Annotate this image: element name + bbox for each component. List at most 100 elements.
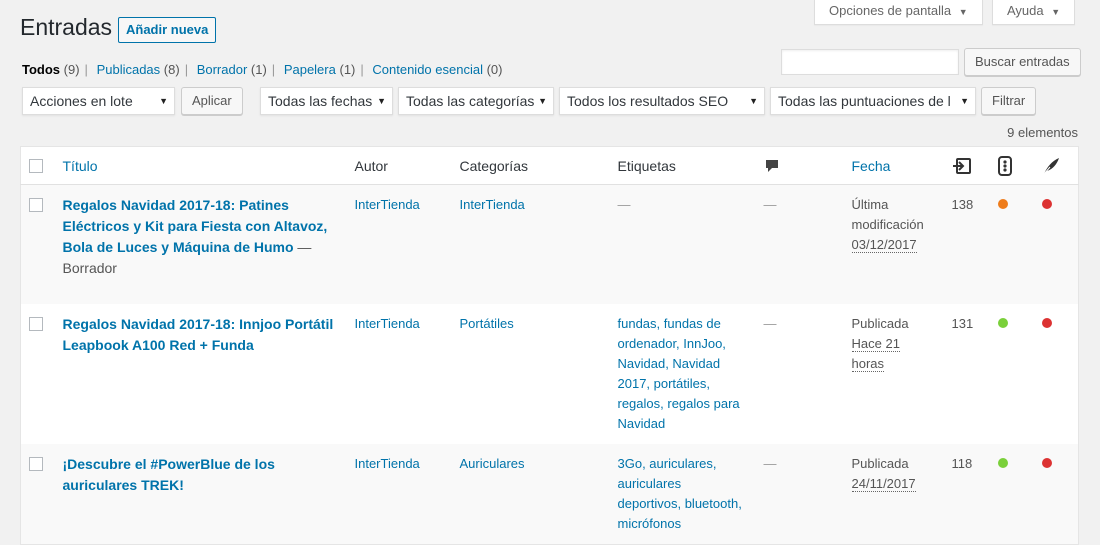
view-published[interactable]: Publicadas (8) <box>97 62 180 77</box>
chevron-down-icon: ▼ <box>159 96 168 106</box>
seo-score-cell <box>990 304 1034 444</box>
chevron-down-icon: ▼ <box>958 7 968 17</box>
comments-cell: — <box>763 197 777 212</box>
readability-quill-icon <box>1043 157 1059 174</box>
table-row: Regalos Navidad 2017-18: Patines Eléctri… <box>20 184 1079 304</box>
author-link[interactable]: InterTienda <box>355 197 420 212</box>
title-cell: Regalos Navidad 2017-18: Innjoo Portátil… <box>55 304 347 444</box>
row-checkbox[interactable] <box>29 456 43 471</box>
row-select-cell <box>21 185 55 304</box>
author-link[interactable]: InterTienda <box>355 316 420 331</box>
date-cell: Publicada Hace 21 horas <box>844 304 944 444</box>
readability-cell <box>1034 185 1079 304</box>
table-row: Regalos Navidad 2017-18: Innjoo Portátil… <box>21 304 1079 444</box>
page-title: Entradas <box>20 14 113 40</box>
date-status: Publicada <box>851 315 909 331</box>
comments-cell: — <box>763 315 777 331</box>
post-title-link[interactable]: Regalos Navidad 2017-18: Patines Eléctri… <box>63 197 328 255</box>
categories-cell: Portátiles <box>452 304 610 444</box>
seo-filter-select[interactable]: Todos los resultados SEO ▼ <box>559 87 765 115</box>
date-value: 24/11/2017 <box>851 475 916 492</box>
chevron-down-icon: ▼ <box>749 96 758 106</box>
readability-dot <box>1041 457 1052 468</box>
category-link[interactable]: Portátiles <box>460 316 514 331</box>
title-cell: ¡Descubre el #PowerBlue de los auricular… <box>55 444 347 545</box>
links-count: 118 <box>951 455 973 471</box>
author-cell: InterTienda <box>347 444 452 545</box>
post-title-link[interactable]: Regalos Navidad 2017-18: Innjoo Portátil… <box>63 316 334 353</box>
author-cell: InterTienda <box>347 185 452 304</box>
chevron-down-icon: ▼ <box>1051 7 1061 17</box>
category-filter-select[interactable]: Todas las categorías ▼ <box>398 87 554 115</box>
title-cell: Regalos Navidad 2017-18: Patines Eléctri… <box>62 197 328 276</box>
add-new-button[interactable]: Añadir nueva <box>118 17 217 43</box>
readability-cell <box>1034 304 1079 444</box>
readability-filter-select[interactable]: Todas las puntuaciones de l ▼ <box>770 87 976 115</box>
chevron-down-icon: ▼ <box>960 96 969 106</box>
column-date[interactable]: Fecha <box>843 146 944 185</box>
filter-button[interactable]: Filtrar <box>981 87 1037 115</box>
links-count: 138 <box>951 197 974 212</box>
help-button[interactable]: Ayuda ▼ <box>992 0 1076 25</box>
post-state: Borrador <box>62 260 117 276</box>
row-checkbox[interactable] <box>29 316 43 331</box>
chevron-down-icon: ▼ <box>538 96 547 106</box>
select-all-checkbox[interactable] <box>29 158 43 173</box>
comments-cell: — <box>763 455 777 471</box>
category-link[interactable]: Auriculares <box>460 456 525 471</box>
author-cell: InterTienda <box>347 304 452 444</box>
search-input[interactable] <box>781 49 959 75</box>
date-cell: Publicada 24/11/2017 <box>844 444 944 545</box>
apply-button[interactable]: Aplicar <box>181 87 243 115</box>
row-select-cell <box>21 304 55 444</box>
date-status: Última modificación <box>851 197 924 232</box>
bulk-actions-select[interactable]: Acciones en lote ▼ <box>22 87 175 115</box>
date-filter-select[interactable]: Todas las fechas ▼ <box>260 87 393 115</box>
column-internal-links[interactable] <box>943 146 990 185</box>
seo-score-icon <box>997 155 1012 176</box>
table-row: ¡Descubre el #PowerBlue de los auricular… <box>20 443 1079 545</box>
view-cornerstone[interactable]: Contenido esencial (0) <box>372 62 502 77</box>
readability-dot <box>1041 317 1052 328</box>
posts-table: Título Autor Categorías Etiquetas Fecha … <box>20 146 1079 545</box>
seo-score-dot <box>997 317 1008 328</box>
tags-links[interactable]: fundas, fundas de ordenador, InnJoo, Nav… <box>618 316 740 431</box>
post-title-link[interactable]: ¡Descubre el #PowerBlue de los auricular… <box>63 456 275 493</box>
author-link[interactable]: InterTienda <box>355 456 420 471</box>
column-readability[interactable] <box>1033 146 1079 185</box>
chevron-down-icon: ▼ <box>377 96 386 106</box>
screen-options-button[interactable]: Opciones de pantalla ▼ <box>814 0 983 25</box>
tags-cell: 3Go, auriculares, auriculares deportivos… <box>610 444 756 545</box>
tags-cell: — <box>617 197 631 212</box>
view-all[interactable]: Todos (9) <box>22 62 80 77</box>
date-cell: Última modificación 03/12/2017 <box>844 185 944 304</box>
column-title[interactable]: Título <box>54 146 347 185</box>
screen-options-label: Opciones de pantalla <box>829 3 952 18</box>
column-comments[interactable] <box>755 146 844 185</box>
seo-score-cell <box>990 185 1034 304</box>
category-link[interactable]: InterTienda <box>460 197 525 212</box>
row-checkbox[interactable] <box>29 198 43 212</box>
column-seo-score[interactable] <box>989 146 1034 185</box>
categories-cell: InterTienda <box>452 185 610 304</box>
readability-dot <box>1041 199 1052 209</box>
seo-score-dot <box>997 457 1008 468</box>
links-count: 131 <box>951 315 974 331</box>
view-filters: Todos (9) | Publicadas (8) | Borrador (1) |… <box>22 62 503 77</box>
date-value: Hace 21 horas <box>851 335 900 372</box>
seo-score-cell <box>990 444 1034 545</box>
comment-bubble-icon <box>765 159 778 172</box>
internal-links-icon <box>952 157 971 174</box>
row-select-cell <box>21 444 55 545</box>
help-label: Ayuda <box>1007 3 1044 18</box>
date-status: Publicada <box>851 455 909 471</box>
table-header-row: Título Autor Categorías Etiquetas Fecha <box>20 146 1079 185</box>
view-drafts[interactable]: Borrador (1) <box>197 62 267 77</box>
tags-cell: fundas, fundas de ordenador, InnJoo, Nav… <box>610 304 756 444</box>
view-trash[interactable]: Papelera (1) <box>284 62 356 77</box>
search-posts-button[interactable]: Buscar entradas <box>964 48 1081 76</box>
column-categories: Categorías <box>451 146 610 185</box>
select-all-cell <box>20 146 55 185</box>
tags-links[interactable]: 3Go, auriculares, auriculares deportivos… <box>618 456 742 531</box>
items-count: 9 elementos <box>1007 125 1078 140</box>
